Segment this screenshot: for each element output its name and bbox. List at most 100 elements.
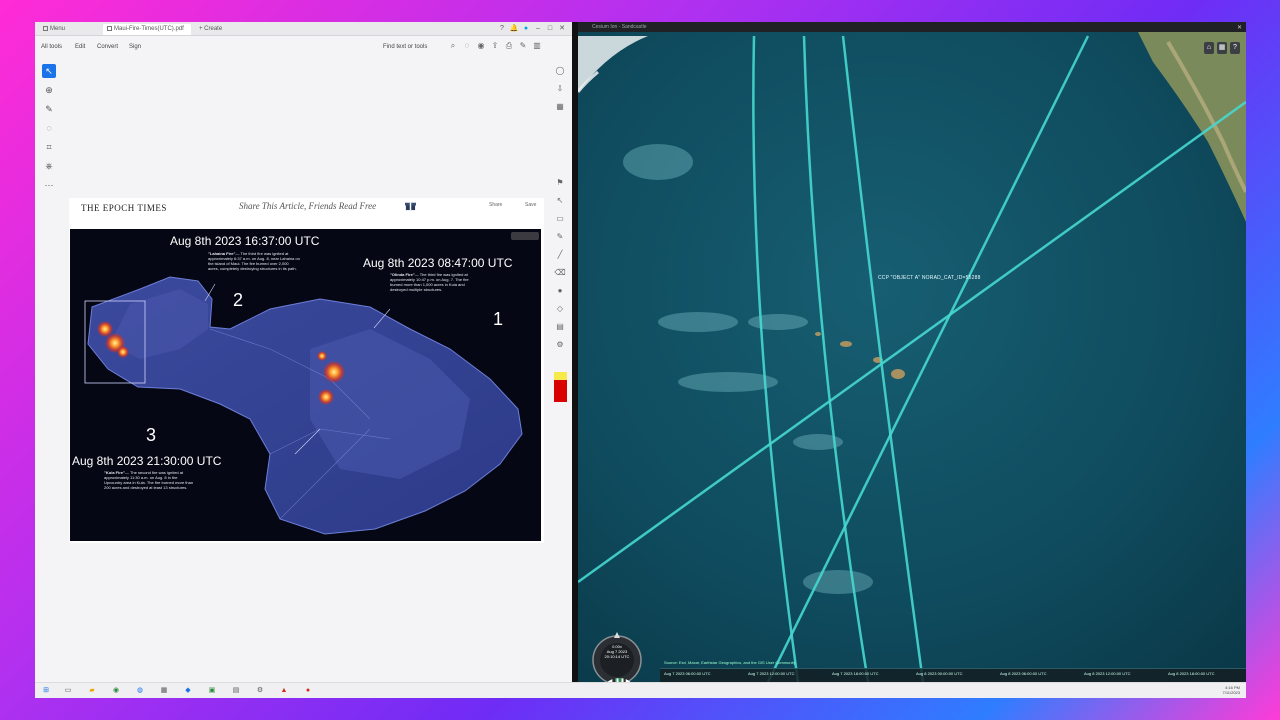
tab-menu[interactable]: Menu xyxy=(39,24,79,35)
tab-create[interactable]: + Create xyxy=(195,24,235,35)
annotation-date-2: Aug 8th 2023 16:37:00 UTC xyxy=(170,234,320,248)
windows-start-icon[interactable]: ⊞ xyxy=(41,686,51,696)
system-clock[interactable]: 4:16 PM 7/11/2023 xyxy=(1223,685,1241,695)
firefox-icon[interactable]: ◍ xyxy=(135,686,145,696)
select-cursor-icon[interactable]: ↖ xyxy=(42,64,56,78)
timeline-bar[interactable]: Aug 7 2023 06:00:00 UTC Aug 7 2023 12:00… xyxy=(660,668,1246,682)
timeline-label: Aug 8 2023 00:00:00 UTC xyxy=(916,671,963,676)
help-icon[interactable]: ? xyxy=(496,25,508,32)
window-controls: ? 🔔 ● – □ ✕ xyxy=(496,24,568,34)
export-icon[interactable]: ⇩ xyxy=(553,82,567,96)
pdf-file-icon xyxy=(107,26,112,31)
pdf-viewer-window: Menu Maui-Fire-Times(UTC).pdf + Create ?… xyxy=(35,22,572,682)
maximize-icon[interactable]: □ xyxy=(544,25,556,32)
imagery-credits: Source: Esri, Maxar, Earthstar Geographi… xyxy=(664,660,796,665)
menu-edit[interactable]: Edit xyxy=(75,44,85,50)
close-icon[interactable]: ✕ xyxy=(556,24,568,32)
tab-document[interactable]: Maui-Fire-Times(UTC).pdf xyxy=(103,24,191,35)
recorder-icon[interactable]: ● xyxy=(303,686,313,696)
acrobat-icon[interactable]: ▲ xyxy=(279,686,289,696)
dot-icon[interactable]: ● xyxy=(553,284,567,298)
task-view-icon[interactable]: ▭ xyxy=(63,686,73,696)
time-readout: 20:10:14 UTC xyxy=(604,654,630,659)
image-controls[interactable] xyxy=(511,232,539,240)
timeline-label: Aug 7 2023 12:00:00 UTC xyxy=(748,671,795,676)
file-explorer-icon[interactable]: ▰ xyxy=(87,686,97,696)
share-icon[interactable]: ⇪ xyxy=(489,41,501,51)
minimize-icon[interactable]: – xyxy=(532,25,544,32)
pdf-menu-bar: All tools Edit Convert Sign Find text or… xyxy=(35,37,572,57)
grid-icon[interactable]: ▦ xyxy=(553,100,567,114)
gear-icon[interactable]: ⚙ xyxy=(553,338,567,352)
find-tools-input[interactable]: Find text or tools xyxy=(383,44,427,50)
panel-icon[interactable]: ▥ xyxy=(531,41,543,51)
tab-label: Maui-Fire-Times(UTC).pdf xyxy=(114,26,184,32)
globe-viewer-window[interactable]: Cesium Ion - Sandcastle ✕ ⌂ ▦? CCP "OBJECT… xyxy=(578,22,1246,682)
layers-icon[interactable]: ▦ xyxy=(1217,42,1227,54)
draw-icon[interactable]: ✎ xyxy=(553,230,567,244)
lasso-icon[interactable]: ◌ xyxy=(42,121,56,135)
animation-time: 0.00x Aug 7 2023 20:10:14 UTC xyxy=(604,644,630,659)
menu-convert[interactable]: Convert xyxy=(97,44,118,50)
menu-sign[interactable]: Sign xyxy=(129,44,141,50)
more-icon[interactable]: ⋯ xyxy=(42,178,56,192)
toolbar-icons: ⌕ ◌ ◉ ⇪ ⎙ ✎ ▥ xyxy=(447,41,567,53)
close-icon[interactable]: ✕ xyxy=(1237,23,1242,33)
publication-logo: THE EPOCH TIMES xyxy=(81,203,167,213)
playback-buttons: ◀ ❚❚▶ xyxy=(606,670,634,682)
globe-toolbar: ⌂ ▦? xyxy=(1201,36,1240,54)
annotation-date-3: Aug 8th 2023 21:30:00 UTC xyxy=(72,454,222,468)
save-button[interactable]: Save xyxy=(525,202,536,208)
gift-icon xyxy=(405,202,416,211)
shape-icon[interactable]: ◇ xyxy=(553,302,567,316)
animation-widget[interactable]: 0.00x Aug 7 2023 20:10:14 UTC ◀ ❚❚▶ xyxy=(586,630,646,682)
pdf-tab-bar: Menu Maui-Fire-Times(UTC).pdf + Create ?… xyxy=(35,22,572,36)
app-icon[interactable]: ▦ xyxy=(159,686,169,696)
clipboard-icon[interactable]: ▤ xyxy=(553,320,567,334)
comment-panel-icon[interactable]: ◯ xyxy=(553,64,567,78)
vscode-icon[interactable]: ◆ xyxy=(183,686,193,696)
text-select-icon[interactable]: ⌗ xyxy=(42,140,56,154)
comment-icon[interactable]: ◌ xyxy=(461,41,473,51)
zoom-icon[interactable]: ⊕ xyxy=(42,83,56,97)
left-toolbar: ↖ ⊕ ✎ ◌ ⌗ ⎈ ⋯ xyxy=(42,64,58,197)
line-icon[interactable]: ╱ xyxy=(553,248,567,262)
pdf-page: THE EPOCH TIMES Share This Article, Frie… xyxy=(69,198,544,543)
color-picker[interactable] xyxy=(554,372,567,402)
bell-icon[interactable]: 🔔 xyxy=(508,24,520,32)
chrome-icon[interactable]: ◉ xyxy=(111,686,121,696)
annotation-desc-2: "Lahaina Fire"— The third fire was ignit… xyxy=(208,251,300,271)
profile-icon[interactable]: ● xyxy=(520,25,532,32)
settings-icon[interactable]: ⚙ xyxy=(255,686,265,696)
satellite-object-label[interactable]: CCP "OBJECT A" NORAD_CAT_ID=55288 xyxy=(878,275,981,281)
tab-label: Menu xyxy=(50,26,66,32)
screen-recording-frame: Menu Maui-Fire-Times(UTC).pdf + Create ?… xyxy=(35,22,1246,698)
highlight-icon[interactable]: ▭ xyxy=(553,212,567,226)
menu-icon xyxy=(43,26,48,31)
location-pin-icon[interactable]: ⚑ xyxy=(553,176,567,190)
excel-icon[interactable]: ▣ xyxy=(207,686,217,696)
globe-view[interactable] xyxy=(578,22,1246,682)
home-icon[interactable]: ⌂ xyxy=(1204,42,1214,54)
view-icon[interactable]: ◉ xyxy=(475,41,487,51)
timeline-label: Aug 8 2023 12:00:00 UTC xyxy=(1084,671,1131,676)
annotation-number-1: 1 xyxy=(493,309,504,329)
edit-pen-icon[interactable]: ✎ xyxy=(517,41,529,51)
share-button[interactable]: Share xyxy=(489,202,502,208)
maui-fire-map-image: Aug 8th 2023 16:37:00 UTC 2 "Lahaina Fir… xyxy=(70,229,541,541)
annotation-number-3: 3 xyxy=(146,425,157,445)
eraser-icon[interactable]: ⌫ xyxy=(553,266,567,280)
share-article-text[interactable]: Share This Article, Friends Read Free xyxy=(239,201,376,211)
article-header: THE EPOCH TIMES Share This Article, Frie… xyxy=(69,198,544,226)
pointer-icon[interactable]: ↖ xyxy=(553,194,567,208)
search-icon[interactable]: ⌕ xyxy=(447,41,459,51)
pen-icon[interactable]: ✎ xyxy=(42,102,56,116)
stamp-icon[interactable]: ⎈ xyxy=(42,159,56,173)
terminal-icon[interactable]: ▤ xyxy=(231,686,241,696)
help-icon[interactable]: ? xyxy=(1230,42,1240,54)
annotation-desc-3: "Kula Fire"— The second fire was ignited… xyxy=(104,470,194,490)
print-icon[interactable]: ⎙ xyxy=(503,41,515,51)
right-toolbar: ◯ ⇩ ▦ ⚑ ↖ ▭ ✎ ╱ ⌫ ● ◇ ▤ ⚙ xyxy=(553,64,569,356)
tab-label: + Create xyxy=(199,26,223,32)
menu-all-tools[interactable]: All tools xyxy=(41,44,62,50)
